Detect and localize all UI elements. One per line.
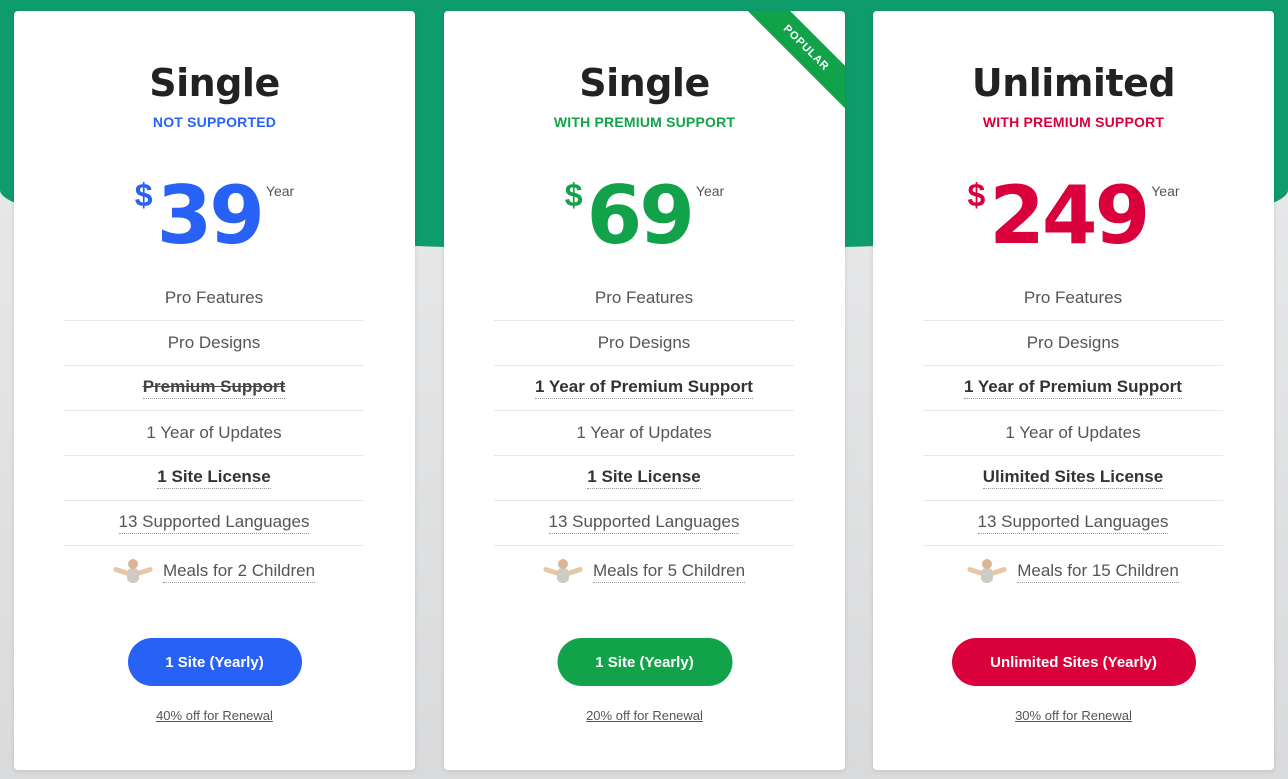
feature-item: Pro Designs xyxy=(64,321,364,366)
feature-item: Pro Features xyxy=(494,276,794,321)
pricing-card: Single NOT SUPPORTED $ 39 Year Pro Featur… xyxy=(14,11,415,770)
feature-item: Pro Designs xyxy=(923,321,1223,366)
price-period: Year xyxy=(695,183,725,199)
feature-item: Ulimited Sites License xyxy=(923,456,1223,501)
feature-label: 1 Year of Updates xyxy=(146,422,282,442)
feature-label: Premium Support xyxy=(142,377,286,399)
feature-item: 1 Site License xyxy=(64,456,364,501)
child-meal-icon xyxy=(966,559,1008,585)
price-period: Year xyxy=(1151,183,1180,199)
feature-item: Pro Features xyxy=(923,276,1223,321)
plan-title: Single xyxy=(579,61,710,105)
feature-item: Meals for 2 Children xyxy=(64,546,364,598)
feature-item: 1 Year of Updates xyxy=(923,411,1223,456)
feature-label: 13 Supported Languages xyxy=(548,512,740,534)
renewal-link[interactable]: 20% off for Renewal xyxy=(444,708,845,723)
feature-item: Premium Support xyxy=(64,366,364,411)
feature-label: 1 Site License xyxy=(157,467,271,489)
feature-item: 13 Supported Languages xyxy=(64,501,364,546)
feature-item: Pro Designs xyxy=(494,321,794,366)
price-amount: 69 xyxy=(586,169,695,262)
feature-item: 1 Site License xyxy=(494,456,794,501)
feature-label: 1 Year of Updates xyxy=(576,422,712,442)
feature-list: Pro Features Pro Designs Premium Support 1 … xyxy=(64,276,364,598)
price: $ 249 Year xyxy=(873,171,1274,271)
plan-subtitle: NOT SUPPORTED xyxy=(152,114,277,130)
currency-symbol: $ xyxy=(967,177,986,213)
renewal-link[interactable]: 30% off for Renewal xyxy=(873,708,1274,723)
price-period: Year xyxy=(265,183,295,199)
plan-title: Single xyxy=(149,61,280,105)
feature-label: Ulimited Sites License xyxy=(982,467,1164,489)
price: $ 39 Year xyxy=(14,171,415,271)
pricing-card: POPULAR Single WITH PREMIUM SUPPORT $ 69 Y… xyxy=(444,11,845,770)
feature-label: Meals for 15 Children xyxy=(1017,561,1179,583)
buy-button[interactable]: Unlimited Sites (Yearly) xyxy=(951,638,1196,686)
feature-item: 1 Year of Premium Support xyxy=(494,366,794,411)
feature-item: Meals for 5 Children xyxy=(494,546,794,598)
feature-label: Meals for 5 Children xyxy=(592,561,746,583)
feature-item: 13 Supported Languages xyxy=(494,501,794,546)
plan-title: Unlimited xyxy=(971,61,1176,105)
buy-button[interactable]: 1 Site (Yearly) xyxy=(557,638,732,686)
feature-item: 13 Supported Languages xyxy=(923,501,1223,546)
buy-button[interactable]: 1 Site (Yearly) xyxy=(127,638,302,686)
plan-subtitle: WITH PREMIUM SUPPORT xyxy=(553,114,736,130)
feature-label: 13 Supported Languages xyxy=(977,512,1169,534)
renewal-link[interactable]: 40% off for Renewal xyxy=(14,708,415,723)
feature-item: 1 Year of Updates xyxy=(494,411,794,456)
feature-item: Meals for 15 Children xyxy=(923,546,1223,598)
feature-list: Pro Features Pro Designs 1 Year of Premium… xyxy=(923,276,1223,598)
feature-label: Pro Designs xyxy=(167,332,261,352)
plan-subtitle: WITH PREMIUM SUPPORT xyxy=(982,114,1165,130)
currency-symbol: $ xyxy=(134,177,153,213)
feature-label: Pro Features xyxy=(1023,287,1123,307)
feature-label: 1 Site License xyxy=(587,467,701,489)
price-amount: 39 xyxy=(156,169,265,262)
feature-label: 1 Year of Premium Support xyxy=(964,377,1182,399)
price-amount: 249 xyxy=(989,169,1150,262)
feature-list: Pro Features Pro Designs 1 Year of Premium… xyxy=(494,276,794,598)
feature-item: Pro Features xyxy=(64,276,364,321)
child-meal-icon xyxy=(542,559,584,585)
feature-label: Pro Features xyxy=(594,287,694,307)
feature-item: 1 Year of Premium Support xyxy=(923,366,1223,411)
feature-label: 13 Supported Languages xyxy=(118,512,310,534)
feature-label: Pro Designs xyxy=(597,332,691,352)
feature-label: Meals for 2 Children xyxy=(162,561,316,583)
pricing-table: Single NOT SUPPORTED $ 39 Year Pro Featur… xyxy=(0,0,1288,779)
currency-symbol: $ xyxy=(564,177,583,213)
feature-item: 1 Year of Updates xyxy=(64,411,364,456)
pricing-card: Unlimited WITH PREMIUM SUPPORT $ 249 Year… xyxy=(873,11,1274,770)
child-meal-icon xyxy=(112,559,154,585)
feature-label: Pro Designs xyxy=(1026,332,1120,352)
feature-label: 1 Year of Premium Support xyxy=(535,377,753,399)
feature-label: 1 Year of Updates xyxy=(1005,422,1141,442)
feature-label: Pro Features xyxy=(164,287,264,307)
price: $ 69 Year xyxy=(444,171,845,271)
